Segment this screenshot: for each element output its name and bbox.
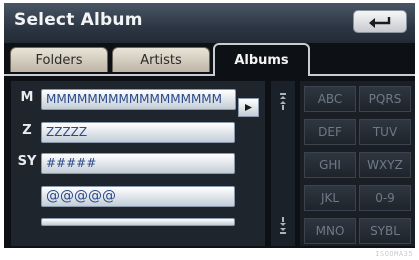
key-sybl[interactable]: SYBL	[359, 218, 411, 244]
tab-albums-label: Albums	[234, 53, 289, 68]
page-title: Select Album	[14, 10, 143, 30]
album-item[interactable]: ZZZZZ	[41, 122, 235, 143]
album-item[interactable]: @@@@@	[41, 186, 235, 207]
index-keypad: ABC PQRS DEF TUV GHI WXYZ JKL 0-9 MNO SY…	[300, 81, 415, 246]
key-ghi[interactable]: GHI	[304, 152, 356, 178]
index-letter: Z	[22, 123, 32, 138]
key-pqrs[interactable]: PQRS	[359, 86, 411, 112]
scroll-up-icon[interactable]	[279, 93, 287, 111]
image-code-watermark: ISOOMA35	[375, 250, 413, 258]
album-item-partial[interactable]	[41, 218, 235, 226]
title-bar: Select Album	[4, 3, 415, 43]
key-def[interactable]: DEF	[304, 119, 356, 145]
index-letter: M	[20, 90, 34, 105]
key-tuv[interactable]: TUV	[359, 119, 411, 145]
return-arrow-icon	[369, 16, 391, 28]
album-item[interactable]: #####	[41, 153, 235, 174]
key-mno[interactable]: MNO	[304, 218, 356, 244]
tab-folders[interactable]: Folders	[10, 47, 108, 72]
tab-folders-label: Folders	[35, 52, 83, 68]
back-button[interactable]	[353, 10, 407, 33]
album-item[interactable]: MMMMMMMMMMMMMMMMM	[41, 89, 236, 110]
key-0-9[interactable]: 0-9	[359, 185, 411, 211]
tab-artists-label: Artists	[140, 52, 182, 68]
tab-albums[interactable]: Albums	[213, 43, 310, 76]
index-letter: SY	[17, 154, 37, 169]
play-icon	[245, 104, 252, 111]
key-jkl[interactable]: JKL	[304, 185, 356, 211]
album-list: M MMMMMMMMMMMMMMMMM Z ZZZZZ SY ##### @@@…	[11, 81, 265, 246]
tab-underline	[4, 74, 415, 76]
tab-artists[interactable]: Artists	[112, 47, 210, 72]
select-album-screen: Select Album Folders Artists Albums M MM…	[4, 3, 415, 248]
scroll-down-icon[interactable]	[279, 216, 287, 234]
key-wxyz[interactable]: WXYZ	[359, 152, 411, 178]
scrollbar[interactable]	[271, 81, 295, 246]
play-button[interactable]	[238, 98, 259, 117]
key-abc[interactable]: ABC	[304, 86, 356, 112]
